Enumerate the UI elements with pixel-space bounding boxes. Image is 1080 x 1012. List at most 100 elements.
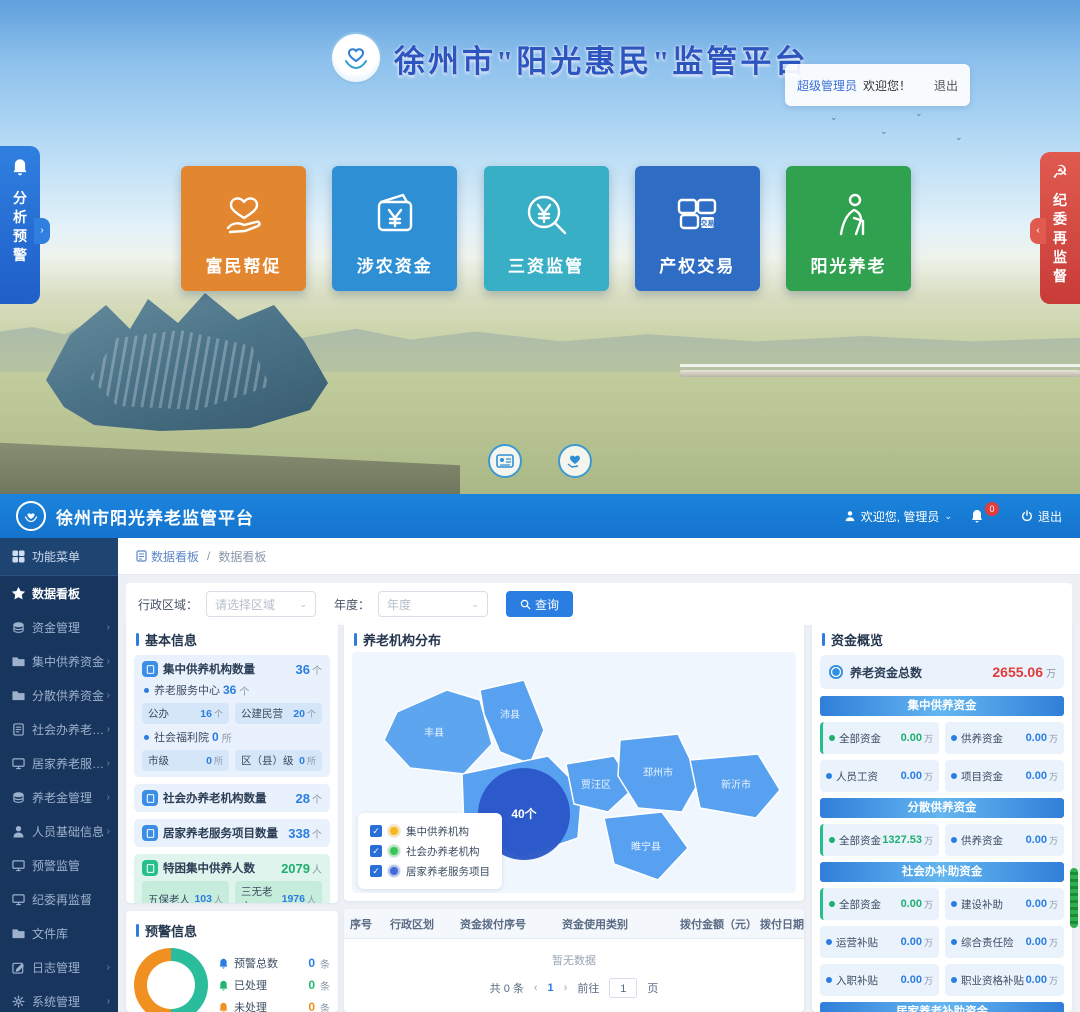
basic-info-panel: 基本信息 集中供养机构数量 36个 养老服务中心36个公办16个公建民营20个社…: [126, 620, 338, 903]
warning-stat-value: 0: [308, 1000, 315, 1012]
dot-icon: [951, 773, 957, 779]
breadcrumb-current: 数据看板: [218, 548, 266, 565]
tile-label: 涉农资金: [357, 252, 433, 277]
bridge: [680, 352, 1080, 392]
tile-hand-heart[interactable]: 富民帮促: [181, 166, 306, 291]
sidebar-item-养老金管理[interactable]: 养老金管理›: [0, 780, 118, 814]
sidebar-item-功能菜单: 功能菜单: [0, 538, 118, 576]
checkbox-checked-icon[interactable]: ✓: [370, 845, 382, 857]
sidebar-item-分散供养资金[interactable]: 分散供养资金›: [0, 678, 118, 712]
marker-icon: [388, 865, 400, 877]
pager-next-button[interactable]: ›: [564, 982, 568, 994]
sidebar-item-日志管理[interactable]: 日志管理›: [0, 950, 118, 984]
fund-stat-box: 入职补贴 0.00万: [820, 964, 939, 996]
tile-label: 三资监管: [508, 252, 584, 277]
map-legend-item[interactable]: ✓ 社会办养老机构: [370, 841, 490, 861]
pager-page-1[interactable]: 1: [548, 982, 554, 994]
chevron-right-icon: ›: [107, 962, 110, 973]
fund-stat-value: 0.00: [1026, 936, 1047, 948]
total-funds-value: 2655.06: [992, 664, 1043, 680]
tile-search-yuan[interactable]: 三资监管: [484, 166, 609, 291]
sidebar-item-人员基础信息[interactable]: 人员基础信息›: [0, 814, 118, 848]
welcome-user-menu[interactable]: 欢迎您, 管理员 ⌄: [844, 508, 952, 525]
pager-prev-button[interactable]: ‹: [534, 982, 538, 994]
chevron-right-icon: ›: [107, 826, 110, 837]
map-legend-item[interactable]: ✓ 集中供养机构: [370, 821, 490, 841]
marker-icon: [388, 825, 400, 837]
sidebar-item-系统管理[interactable]: 系统管理›: [0, 984, 118, 1012]
fund-stat-value: 0.00: [901, 974, 922, 986]
stat-chip-row: 市级0所区（县）级0所: [142, 750, 322, 771]
monitor-icon: [12, 757, 25, 770]
coins-icon: [12, 621, 25, 634]
map-legend-label: 居家养老服务项目: [406, 864, 490, 879]
svg-text:交易: 交易: [701, 219, 715, 228]
pager-unit: 页: [647, 980, 658, 996]
year-select[interactable]: 年度⌄: [378, 591, 488, 617]
tile-label: 富民帮促: [206, 252, 282, 277]
stat-chip: 区（县）级0所: [235, 750, 322, 771]
search-yuan-icon: [517, 188, 575, 240]
district-label: 新沂市: [721, 778, 751, 791]
idcard-button[interactable]: [488, 444, 522, 478]
tile-wallet-yuan[interactable]: 涉农资金: [332, 166, 457, 291]
funds-section-grid: 全部资金 0.00万 建设补助 0.00万 运营补贴 0.00万 综合责任险 0…: [812, 888, 1072, 996]
sidebar-item-居家养老服务项目[interactable]: 居家养老服务项目›: [0, 746, 118, 780]
checkbox-checked-icon[interactable]: ✓: [370, 865, 382, 877]
scrollbar-thumb[interactable]: [1070, 868, 1078, 928]
search-button[interactable]: 查询: [506, 591, 573, 617]
breadcrumb-item[interactable]: 数据看板: [136, 548, 199, 565]
hero-logout-button[interactable]: 退出: [934, 77, 958, 94]
map-legend-item[interactable]: ✓ 居家养老服务项目: [370, 861, 490, 881]
bird: ⌄: [880, 126, 888, 137]
bell-icon: [218, 958, 229, 969]
fund-stat-value: 1327.53: [882, 834, 922, 846]
map-title: 养老机构分布: [344, 620, 804, 655]
pager-goto-label: 前往: [577, 980, 599, 996]
district-label: 邳州市: [643, 766, 673, 779]
health-care-button[interactable]: [558, 444, 592, 478]
trade-blocks-icon: 交易: [668, 188, 726, 240]
total-funds-unit: 万: [1046, 665, 1056, 680]
pager-goto-input[interactable]: 1: [609, 978, 637, 998]
sidebar-item-label: 人员基础信息: [32, 823, 104, 840]
sidebar-item-社会办养老机构[interactable]: 社会办养老机构›: [0, 712, 118, 746]
region-select[interactable]: 请选择区域⌄: [206, 591, 316, 617]
sidebar-item-文件库[interactable]: 文件库: [0, 916, 118, 950]
chevron-right-icon[interactable]: ›: [34, 218, 50, 244]
district-label: 丰县: [424, 726, 444, 739]
breadcrumb-separator: /: [207, 549, 210, 563]
district-label: 睢宁县: [631, 840, 661, 853]
chevron-right-icon: ›: [107, 622, 110, 633]
map-legend-label: 集中供养机构: [406, 824, 469, 839]
analysis-warning-tab[interactable]: 分析预警 ›: [0, 146, 40, 304]
tile-elder[interactable]: 阳光养老: [786, 166, 911, 291]
dot-icon: [951, 735, 957, 741]
fund-stat-box: 供养资金 0.00万: [945, 722, 1064, 754]
sidebar-item-集中供养资金[interactable]: 集中供养资金›: [0, 644, 118, 678]
stat-card-icon: [142, 661, 158, 677]
logout-button[interactable]: 退出: [1021, 508, 1062, 525]
notifications-button[interactable]: 0: [970, 509, 1003, 523]
bird: ⌄: [915, 108, 923, 119]
sidebar-item-资金管理[interactable]: 资金管理›: [0, 610, 118, 644]
chevron-left-icon[interactable]: ‹: [1030, 218, 1046, 244]
tile-trade-blocks[interactable]: 交易 产权交易: [635, 166, 760, 291]
chevron-down-icon: ⌄: [471, 599, 479, 610]
coins-icon: [12, 791, 25, 804]
wallet-yuan-icon: [366, 188, 424, 240]
stat-chip-row: 公办16个公建民营20个: [142, 703, 322, 724]
discipline-supervision-tab[interactable]: ☭ 纪委再监督 ‹: [1040, 152, 1080, 304]
folder-icon: [12, 689, 25, 702]
hero-quick-buttons: [488, 444, 592, 478]
sidebar-item-预警监管[interactable]: 预警监管: [0, 848, 118, 882]
bell-icon: [218, 1002, 229, 1012]
warning-stat-label: 预警总数: [234, 955, 278, 971]
fund-stat-label: 综合责任险: [961, 935, 1014, 950]
sidebar-item-纪委再监督[interactable]: 纪委再监督: [0, 882, 118, 916]
chevron-down-icon: ⌄: [944, 511, 952, 522]
funds-section-header: 集中供养资金: [820, 696, 1064, 716]
checkbox-checked-icon[interactable]: ✓: [370, 825, 382, 837]
sidebar-item-数据看板[interactable]: 数据看板: [0, 576, 118, 610]
fund-stat-box: 全部资金 0.00万: [820, 722, 939, 754]
